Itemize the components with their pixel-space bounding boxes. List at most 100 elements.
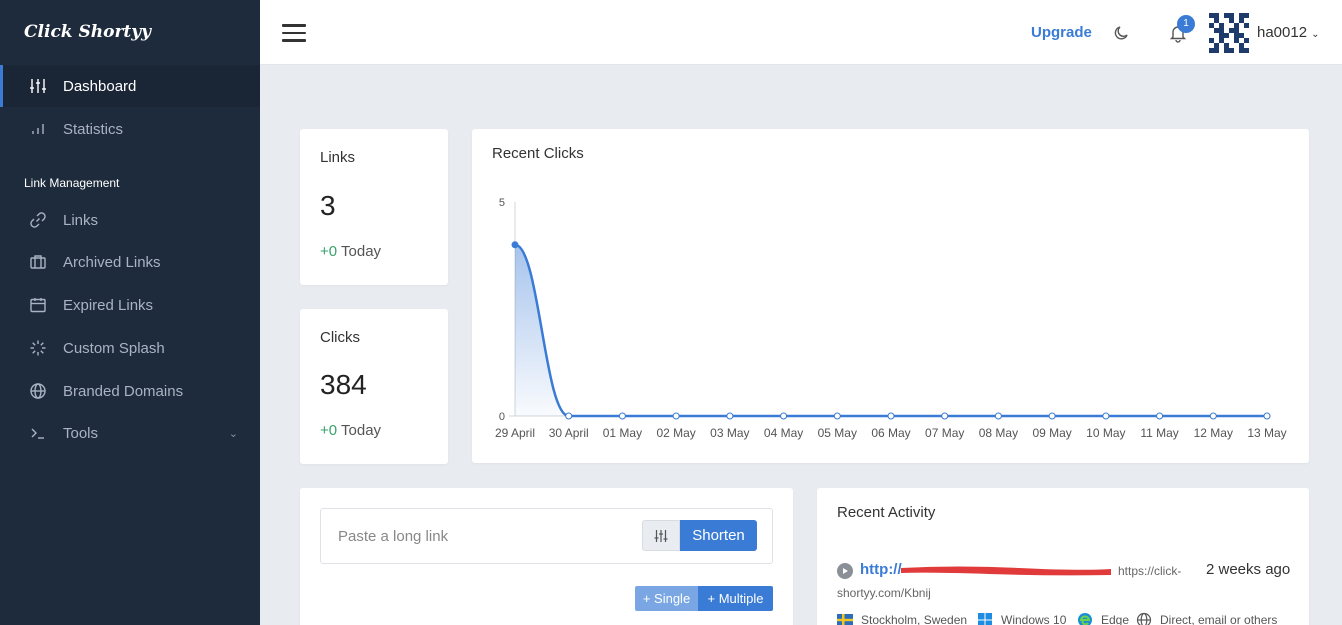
single-mode-button[interactable]: + Single bbox=[635, 586, 698, 611]
notification-badge: 1 bbox=[1177, 15, 1195, 33]
x-tick-label: 02 May bbox=[656, 426, 695, 440]
series-line bbox=[514, 243, 1267, 418]
x-tick-label: 29 April bbox=[495, 426, 535, 440]
sidebar-item-branded-domains[interactable]: Branded Domains bbox=[0, 370, 260, 412]
x-tick-label: 07 May bbox=[925, 426, 964, 440]
sidebar-item-label: Expired Links bbox=[63, 296, 154, 314]
sidebar-item-archived-links[interactable]: Archived Links bbox=[0, 241, 260, 283]
data-point bbox=[1102, 412, 1110, 420]
x-tick-label: 03 May bbox=[710, 426, 749, 440]
user-menu[interactable]: ha0012 ⌄ bbox=[1257, 24, 1319, 41]
link-icon bbox=[28, 210, 48, 230]
links-stat-today: +0 Today bbox=[320, 243, 381, 260]
section-label-link-management: Link Management bbox=[24, 176, 120, 190]
recent-activity-card: Recent Activity http:// https://click- s… bbox=[817, 488, 1309, 625]
data-point bbox=[1048, 412, 1056, 420]
activity-location-label: Stockholm, Sweden bbox=[861, 613, 968, 625]
links-stat-card: Links 3 +0 Today bbox=[300, 129, 448, 285]
play-icon bbox=[837, 563, 853, 579]
redaction-mark bbox=[901, 566, 1111, 576]
sliders-icon bbox=[28, 76, 48, 96]
data-point bbox=[726, 412, 734, 420]
globe-icon bbox=[28, 381, 48, 401]
data-point bbox=[565, 412, 573, 420]
x-tick-label: 04 May bbox=[764, 426, 803, 440]
menu-toggle-icon[interactable] bbox=[282, 24, 306, 42]
x-tick-label: 10 May bbox=[1086, 426, 1125, 440]
shorten-button[interactable]: Shorten bbox=[680, 520, 757, 551]
sidebar-item-statistics[interactable]: Statistics bbox=[0, 108, 260, 150]
x-tick-label: 30 April bbox=[549, 426, 589, 440]
sidebar-item-expired-links[interactable]: Expired Links bbox=[0, 284, 260, 326]
sidebar-item-custom-splash[interactable]: Custom Splash bbox=[0, 327, 260, 369]
activity-referrer: Direct, email or others bbox=[1136, 612, 1277, 625]
sidebar-item-label: Archived Links bbox=[63, 253, 161, 271]
x-tick-label: 09 May bbox=[1032, 426, 1071, 440]
activity-title: Recent Activity bbox=[837, 504, 936, 521]
data-point bbox=[672, 412, 680, 420]
upgrade-link[interactable]: Upgrade bbox=[1031, 24, 1092, 41]
x-tick-label: 08 May bbox=[979, 426, 1018, 440]
clicks-stat-title: Clicks bbox=[320, 329, 360, 346]
activity-short-url[interactable]: https://click- bbox=[1118, 564, 1181, 578]
sidebar-item-label: Tools bbox=[63, 424, 99, 442]
loader-icon bbox=[28, 338, 48, 358]
data-point bbox=[511, 241, 519, 249]
options-button[interactable] bbox=[642, 520, 680, 551]
data-point bbox=[994, 412, 1002, 420]
moon-icon[interactable] bbox=[1113, 24, 1131, 42]
data-point bbox=[618, 412, 626, 420]
terminal-icon bbox=[28, 423, 48, 443]
activity-os-label: Windows 10 bbox=[1001, 613, 1067, 625]
brand-logo[interactable]: Click Shortyy bbox=[0, 0, 260, 64]
x-tick-label: 13 May bbox=[1247, 426, 1286, 440]
clicks-today-label: Today bbox=[341, 422, 382, 439]
activity-browser-label: Edge bbox=[1101, 613, 1130, 625]
calendar-icon bbox=[28, 295, 48, 315]
multiple-mode-button[interactable]: + Multiple bbox=[698, 586, 773, 611]
links-today-delta: +0 bbox=[320, 243, 338, 260]
x-tick-label: 01 May bbox=[603, 426, 642, 440]
y-tick-label: 0 bbox=[499, 411, 505, 423]
recent-clicks-card: Recent Clicks 0 5 29 April 30 April 01 May 02… bbox=[472, 129, 1309, 463]
clicks-today-delta: +0 bbox=[320, 422, 338, 439]
x-tick-label: 11 May bbox=[1140, 426, 1178, 440]
bar-chart-icon bbox=[28, 119, 48, 139]
sidebar-item-label: Links bbox=[63, 211, 99, 229]
data-point bbox=[887, 412, 895, 420]
sidebar-item-dashboard[interactable]: Dashboard bbox=[0, 65, 260, 107]
globe-icon bbox=[1136, 612, 1152, 625]
y-tick-label: 5 bbox=[499, 197, 505, 209]
activity-time: 2 weeks ago bbox=[1206, 561, 1291, 578]
data-point bbox=[780, 412, 788, 420]
topbar: Upgrade 1 ha0012 ⌄ bbox=[260, 0, 1342, 65]
sidebar-item-links[interactable]: Links bbox=[0, 199, 260, 241]
data-point bbox=[833, 412, 841, 420]
activity-browser: Edge bbox=[1077, 612, 1129, 625]
series-area bbox=[515, 244, 1267, 416]
edge-browser-icon bbox=[1078, 613, 1092, 625]
sidebar-item-label: Dashboard bbox=[63, 77, 137, 95]
clicks-stat-value: 384 bbox=[320, 369, 367, 400]
sidebar-item-tools[interactable]: Tools ⌄ bbox=[0, 412, 260, 454]
shorten-form: Shorten bbox=[320, 508, 773, 564]
data-point bbox=[1209, 412, 1217, 420]
sidebar-item-label: Custom Splash bbox=[63, 339, 165, 357]
recent-clicks-chart: 0 5 29 April 30 April 01 May 02 May 03 May 04 M… bbox=[495, 197, 1287, 440]
chevron-down-icon: ⌄ bbox=[228, 427, 238, 440]
sidebar: Click Shortyy Dashboard Statistics Link … bbox=[0, 0, 260, 625]
username-label: ha0012 bbox=[1257, 24, 1308, 41]
data-point bbox=[941, 412, 949, 420]
activity-short-url-continued[interactable]: shortyy.com/Kbnij bbox=[837, 586, 931, 600]
activity-link[interactable]: http:// bbox=[860, 561, 902, 578]
activity-location: Stockholm, Sweden bbox=[837, 612, 967, 625]
links-today-label: Today bbox=[341, 243, 382, 260]
long-link-input[interactable] bbox=[322, 510, 640, 562]
sidebar-item-label: Statistics bbox=[63, 120, 124, 138]
data-point bbox=[1263, 412, 1271, 420]
avatar[interactable] bbox=[1209, 13, 1249, 53]
sliders-icon bbox=[654, 529, 668, 542]
chevron-down-icon: ⌄ bbox=[1311, 29, 1320, 40]
windows-icon bbox=[978, 613, 992, 625]
links-stat-value: 3 bbox=[320, 190, 336, 221]
